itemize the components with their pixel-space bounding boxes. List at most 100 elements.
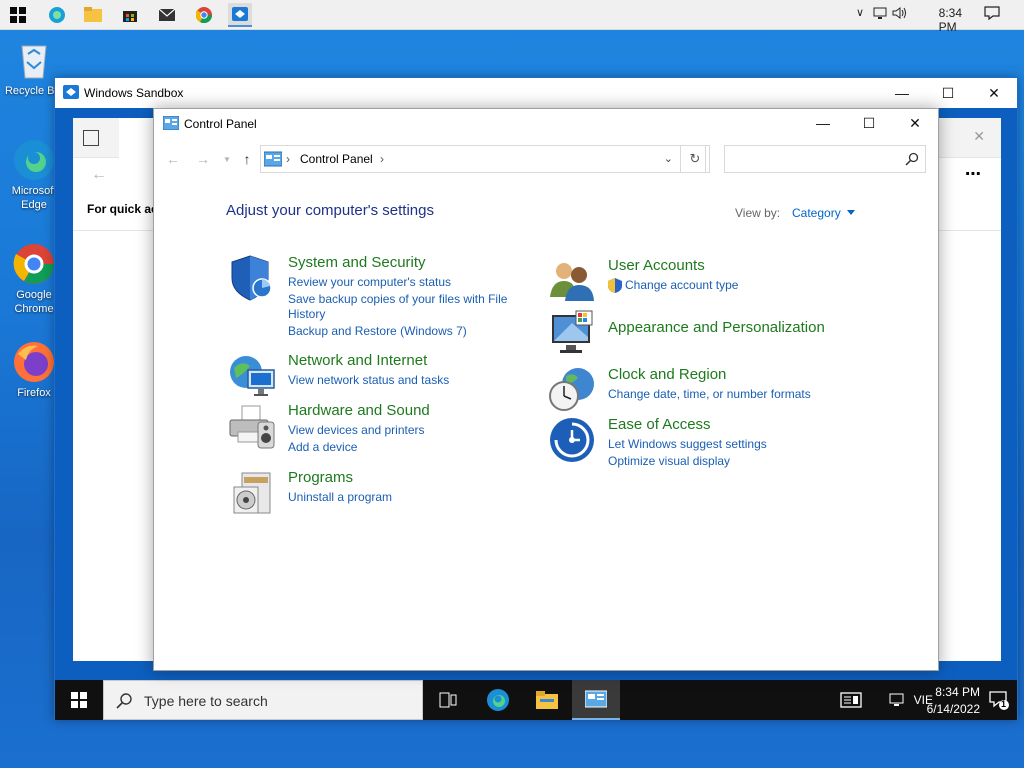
control-panel-icon [263,151,283,167]
chrome-icon[interactable] [192,3,216,27]
view-by-label: View by: [735,206,781,220]
breadcrumb-separator[interactable]: › [380,152,384,166]
control-panel-taskbar-icon[interactable] [572,680,620,720]
chevron-down-icon[interactable]: ⌄ [664,152,673,165]
search-icon [116,692,134,710]
mail-icon[interactable] [155,3,179,27]
edge-icon[interactable] [45,3,69,27]
maximize-button[interactable]: ☐ [846,109,892,137]
printer-icon[interactable] [228,402,276,450]
recycle-bin-icon [12,38,56,82]
start-button[interactable] [55,680,103,720]
refresh-button[interactable]: ↻ [680,145,710,173]
close-button[interactable]: ✕ [971,78,1017,108]
category-links: Let Windows suggest settings Optimize vi… [608,437,848,471]
windows-sandbox-taskbar-icon[interactable] [228,3,252,27]
recent-locations-icon[interactable]: ▼ [217,149,237,169]
category-title[interactable]: Clock and Region [608,366,726,383]
search-icon [905,152,919,166]
link-change-account-type[interactable]: Change account type [608,278,848,293]
category-links: Review your computer's status Save backu… [288,275,528,341]
category-links: View devices and printers Add a device [288,423,528,457]
minimize-button[interactable]: — [800,109,846,137]
clock-date: 6/14/2022 [926,702,980,716]
windows-logo-icon [71,692,87,708]
sandbox-title-bar[interactable]: Windows Sandbox — ☐ ✕ [55,78,1017,108]
explorer-tab[interactable] [119,118,155,158]
link-label: Change account type [625,278,739,292]
quick-access-label: For quick ac [87,202,158,216]
link-uninstall-program[interactable]: Uninstall a program [288,490,528,505]
host-taskbar: ∨ 8:34 PM [0,0,1024,34]
category-links: Change account type [608,278,848,295]
back-arrow-icon[interactable]: ← [91,166,107,184]
network-icon[interactable] [873,6,887,23]
category-links: Uninstall a program [288,490,528,507]
host-clock[interactable]: 8:34 PM [939,6,962,34]
breadcrumb-separator[interactable]: › [286,152,290,166]
link-devices-printers[interactable]: View devices and printers [288,423,528,438]
sandbox-clock[interactable]: 8:34 PM 6/14/2022 [927,685,980,716]
sandbox-taskbar: Type here to search VIE 8:34 PM 6/14/202… [55,680,1017,720]
category-links: View network status and tasks [288,373,528,390]
clock-time: 8:34 PM [935,685,980,699]
explorer-close-icon[interactable]: ✕ [973,128,985,145]
file-explorer-taskbar-icon[interactable] [523,680,571,720]
forward-arrow-icon[interactable]: → [193,149,213,169]
close-button[interactable]: ✕ [892,109,938,137]
link-optimize-display[interactable]: Optimize visual display [608,454,848,469]
notification-count: 1 [1001,699,1007,709]
shield-icon[interactable] [228,254,276,302]
display-icon[interactable] [548,309,596,357]
minimize-button[interactable]: — [879,78,925,108]
link-file-history[interactable]: Save backup copies of your files with Fi… [288,292,513,322]
category-title[interactable]: Ease of Access [608,416,711,433]
up-arrow-icon[interactable]: ↑ [237,149,257,169]
control-panel-title-bar[interactable]: Control Panel — ☐ ✕ [154,109,938,137]
explorer-app-icon[interactable] [83,130,99,146]
link-network-status[interactable]: View network status and tasks [288,373,528,388]
address-bar[interactable]: › Control Panel › ⌄ [260,145,706,173]
action-center-icon[interactable] [984,5,1000,24]
page-title: Adjust your computer's settings [226,202,434,219]
back-arrow-icon[interactable]: ← [163,149,183,169]
chevron-up-icon[interactable]: ∨ [856,6,864,19]
ease-of-access-icon[interactable] [548,416,596,464]
category-title[interactable]: Programs [288,469,353,486]
programs-icon[interactable] [228,469,276,517]
windows-start-icon[interactable] [6,3,30,27]
category-title[interactable]: System and Security [288,254,426,271]
maximize-button[interactable]: ☐ [925,78,971,108]
view-by-dropdown[interactable]: Category [792,206,855,220]
breadcrumb[interactable]: Control Panel [300,152,373,166]
link-suggest-settings[interactable]: Let Windows suggest settings [608,437,848,452]
control-panel-icon [162,115,180,131]
users-icon[interactable] [548,257,596,305]
edge-taskbar-icon[interactable] [474,680,522,720]
windows-sandbox-icon [63,84,79,100]
search-control-panel-input[interactable] [724,145,926,173]
control-panel-title: Control Panel [184,117,257,131]
task-view-icon[interactable] [424,680,472,720]
link-date-time-formats[interactable]: Change date, time, or number formats [608,387,848,402]
news-icon[interactable] [840,692,862,711]
firefox-icon [12,340,56,384]
category-title[interactable]: Network and Internet [288,352,427,369]
category-title[interactable]: Hardware and Sound [288,402,430,419]
file-explorer-icon[interactable] [81,3,105,27]
notification-icon[interactable]: 1 [989,690,1009,713]
store-icon[interactable] [118,3,142,27]
taskbar-search-box[interactable]: Type here to search [103,680,423,720]
category-title[interactable]: Appearance and Personalization [608,319,825,336]
link-add-device[interactable]: Add a device [288,440,528,455]
volume-icon[interactable] [892,6,908,23]
more-options-icon[interactable]: ⋯ [965,164,981,184]
edge-icon [12,138,56,182]
clock-icon[interactable] [548,366,596,414]
link-review-status[interactable]: Review your computer's status [288,275,528,290]
network-icon[interactable] [228,352,276,400]
link-backup-restore[interactable]: Backup and Restore (Windows 7) [288,324,528,339]
network-icon[interactable] [889,692,905,711]
sandbox-title: Windows Sandbox [84,86,184,100]
category-title[interactable]: User Accounts [608,257,705,274]
